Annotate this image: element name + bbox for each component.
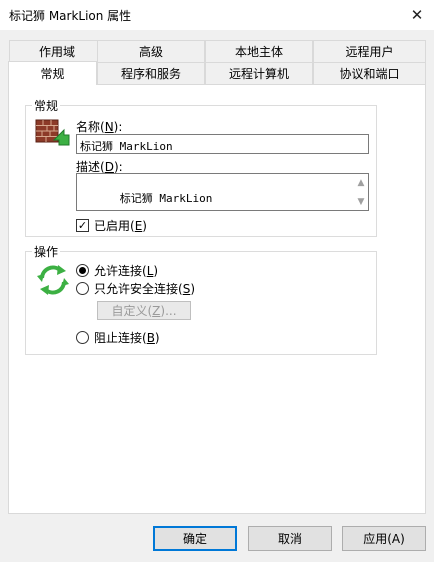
window-title: 标记狮 MarkLion 属性 [9, 9, 132, 23]
scroll-down-icon[interactable]: ▼ [354, 195, 368, 209]
tab-programs-services[interactable]: 程序和服务 [97, 62, 205, 84]
block-connection-radio[interactable] [76, 331, 89, 344]
firewall-rule-icon [34, 116, 70, 150]
checkmark-icon: ✓ [77, 219, 88, 232]
allow-connection-radio[interactable] [76, 264, 89, 277]
cancel-button[interactable]: 取消 [248, 526, 332, 551]
tab-label: 程序和服务 [120, 67, 181, 81]
scroll-up-icon[interactable]: ▲ [354, 176, 368, 190]
tab-label: 本地主体 [234, 45, 283, 59]
close-button[interactable]: ✕ [400, 0, 434, 30]
general-group-legend: 常规 [32, 97, 61, 114]
block-connection-label[interactable]: 阻止连接(B) [94, 329, 160, 346]
description-text: 标记狮 MarkLion [119, 192, 213, 205]
tab-remote-users[interactable]: 远程用户 [313, 40, 426, 62]
secure-connection-label[interactable]: 只允许安全连接(S) [94, 280, 195, 297]
name-input[interactable]: 标记狮 MarkLion [76, 134, 369, 154]
recycle-arrows-icon [36, 264, 70, 296]
name-label: 名称(N): [76, 120, 123, 134]
action-group-legend: 操作 [32, 243, 61, 260]
enabled-checkbox[interactable]: ✓ [76, 219, 89, 232]
tab-panel-general: 常规 名称(N): 标记狮 MarkLion 描述(D): 标记狮 MarkLi… [8, 84, 426, 514]
tab-scope[interactable]: 作用域 [9, 40, 105, 62]
allow-connection-label[interactable]: 允许连接(L) [94, 262, 158, 279]
radio-selected-dot [79, 267, 86, 274]
tab-label: 作用域 [38, 45, 75, 59]
title-bar: 标记狮 MarkLion 属性 ✕ [0, 0, 434, 30]
secure-connection-radio[interactable] [76, 282, 89, 295]
close-icon: ✕ [410, 6, 424, 24]
tab-local-principals[interactable]: 本地主体 [205, 40, 313, 62]
tab-label: 远程计算机 [228, 67, 289, 81]
enabled-label[interactable]: 已启用(E) [94, 217, 147, 234]
customize-button: 自定义(Z)... [97, 301, 191, 320]
ok-button[interactable]: 确定 [153, 526, 237, 551]
tab-general[interactable]: 常规 [8, 61, 97, 85]
tab-label: 协议和端口 [339, 67, 400, 81]
apply-button[interactable]: 应用(A) [342, 526, 426, 551]
action-group: 操作 允许连接(L) 只允许安全连接(S) 自定义(Z)... 阻止连接(B) [25, 243, 377, 355]
tab-protocols-ports[interactable]: 协议和端口 [313, 62, 426, 84]
tab-advanced[interactable]: 高级 [97, 40, 205, 62]
tab-label: 常规 [40, 67, 65, 81]
tab-label: 高级 [138, 45, 163, 59]
tab-remote-computers[interactable]: 远程计算机 [205, 62, 313, 84]
description-textarea[interactable]: 标记狮 MarkLion [76, 173, 369, 211]
tab-label: 远程用户 [345, 45, 394, 59]
general-group: 常规 名称(N): 标记狮 MarkLion 描述(D): 标记狮 MarkLi… [25, 97, 377, 237]
